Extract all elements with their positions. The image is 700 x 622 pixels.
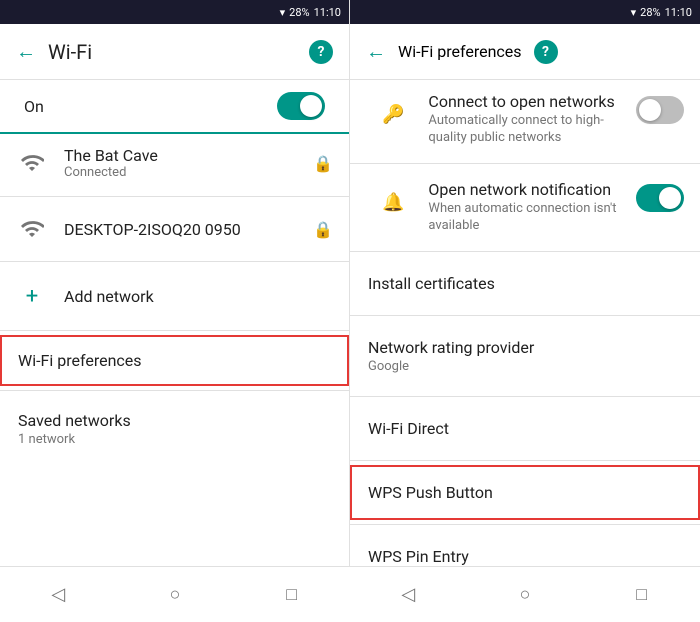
pref-subtitle-1: When automatic connection isn't availabl… bbox=[428, 201, 628, 235]
plus-icon: + bbox=[16, 280, 48, 312]
lock-icon-1: 🔒 bbox=[313, 220, 333, 239]
pref-toggle-1[interactable] bbox=[636, 184, 684, 212]
divider-r6 bbox=[350, 524, 700, 525]
pref-label-4: Wi-Fi Direct bbox=[368, 419, 449, 438]
network-name-1: DESKTOP-2ISOQ20 0950 bbox=[64, 220, 297, 239]
right-status-bar: ▾ 28% 11:10 bbox=[350, 0, 700, 24]
left-help-button[interactable]: ? bbox=[309, 40, 333, 64]
left-time: 11:10 bbox=[314, 6, 341, 19]
divider-r3 bbox=[350, 315, 700, 316]
pref-wps-push[interactable]: WPS Push Button bbox=[350, 465, 700, 520]
right-nav-home[interactable]: ○ bbox=[501, 571, 549, 619]
right-help-button[interactable]: ? bbox=[534, 40, 558, 64]
wifi-toggle-label: On bbox=[24, 97, 44, 116]
pref-subtitle-0: Automatically connect to high-quality pu… bbox=[428, 113, 628, 147]
divider-3 bbox=[0, 330, 349, 331]
pref-title-0: Connect to open networks bbox=[428, 92, 628, 111]
pref-label-6: WPS Pin Entry bbox=[368, 547, 469, 566]
add-network-label: Add network bbox=[64, 287, 154, 306]
divider-r2 bbox=[350, 251, 700, 252]
right-header: ← Wi-Fi preferences ? bbox=[350, 24, 700, 80]
pref-label-3: Network rating provider bbox=[368, 338, 682, 357]
right-title: Wi-Fi preferences bbox=[398, 42, 522, 61]
pref-sub-3: Google bbox=[368, 359, 682, 374]
left-nav-recent[interactable]: □ bbox=[268, 571, 316, 619]
left-nav-back[interactable]: ◁ bbox=[34, 571, 82, 619]
left-panel: ▾ 28% 11:10 ← Wi-Fi ? On The Bat Cave Co… bbox=[0, 0, 350, 622]
pref-open-notif[interactable]: 🔔 Open network notification When automat… bbox=[350, 168, 700, 247]
wifi-icon-1 bbox=[16, 213, 48, 245]
network-info-0: The Bat Cave Connected bbox=[64, 146, 297, 180]
bell-icon-container: 🔔 bbox=[366, 180, 420, 225]
saved-networks-count: 1 network bbox=[18, 432, 331, 447]
network-status-0: Connected bbox=[64, 165, 297, 180]
pref-label-5: WPS Push Button bbox=[368, 483, 493, 502]
left-content: On The Bat Cave Connected 🔒 bbox=[0, 80, 349, 622]
saved-networks-item[interactable]: Saved networks 1 network bbox=[0, 395, 349, 463]
pref-toggle-0[interactable] bbox=[636, 96, 684, 124]
right-bottom-nav: ◁ ○ □ bbox=[350, 566, 700, 622]
left-status-bar: ▾ 28% 11:10 bbox=[0, 0, 349, 24]
right-nav-recent[interactable]: □ bbox=[618, 571, 666, 619]
saved-networks-label: Saved networks bbox=[18, 411, 331, 430]
key-icon: 🔑 bbox=[382, 104, 404, 125]
left-header: ← Wi-Fi ? bbox=[0, 24, 349, 80]
left-nav-home[interactable]: ○ bbox=[151, 571, 199, 619]
left-battery: 28% bbox=[289, 6, 309, 19]
divider-r1 bbox=[350, 163, 700, 164]
bell-icon: 🔔 bbox=[382, 192, 404, 213]
pref-wifi-direct[interactable]: Wi-Fi Direct bbox=[350, 401, 700, 456]
wifi-toggle[interactable] bbox=[277, 92, 325, 120]
right-panel: ▾ 28% 11:10 ← Wi-Fi preferences ? 🔑 Conn… bbox=[350, 0, 700, 622]
network-name-0: The Bat Cave bbox=[64, 146, 297, 165]
lock-icon-0: 🔒 bbox=[313, 154, 333, 173]
pref-title-1: Open network notification bbox=[428, 180, 628, 199]
left-back-button[interactable]: ← bbox=[16, 39, 36, 64]
left-wifi-signal: ▾ bbox=[280, 6, 286, 19]
left-title: Wi-Fi bbox=[48, 40, 297, 64]
pref-info-1: Open network notification When automatic… bbox=[428, 180, 628, 235]
pref-connect-open[interactable]: 🔑 Connect to open networks Automatically… bbox=[350, 80, 700, 159]
right-time: 11:10 bbox=[665, 6, 692, 19]
divider-r5 bbox=[350, 460, 700, 461]
right-content: 🔑 Connect to open networks Automatically… bbox=[350, 80, 700, 622]
right-wifi-signal: ▾ bbox=[631, 6, 637, 19]
pref-network-rating[interactable]: Network rating provider Google bbox=[350, 320, 700, 392]
left-bottom-nav: ◁ ○ □ bbox=[0, 566, 350, 622]
divider-r4 bbox=[350, 396, 700, 397]
pref-info-0: Connect to open networks Automatically c… bbox=[428, 92, 628, 147]
right-battery: 28% bbox=[640, 6, 660, 19]
divider-1 bbox=[0, 196, 349, 197]
network-item-0[interactable]: The Bat Cave Connected 🔒 bbox=[0, 134, 349, 192]
pref-label-2: Install certificates bbox=[368, 274, 495, 293]
add-network-row[interactable]: + Add network bbox=[0, 266, 349, 326]
network-info-1: DESKTOP-2ISOQ20 0950 bbox=[64, 220, 297, 239]
pref-install-certs[interactable]: Install certificates bbox=[350, 256, 700, 311]
divider-2 bbox=[0, 261, 349, 262]
network-item-1[interactable]: DESKTOP-2ISOQ20 0950 🔒 bbox=[0, 201, 349, 257]
key-icon-container: 🔑 bbox=[366, 92, 420, 137]
divider-4 bbox=[0, 390, 349, 391]
wifi-preferences-label: Wi-Fi preferences bbox=[18, 351, 142, 370]
wifi-icon-0 bbox=[16, 147, 48, 179]
right-nav-back[interactable]: ◁ bbox=[384, 571, 432, 619]
right-back-button[interactable]: ← bbox=[366, 39, 386, 64]
wifi-preferences-item[interactable]: Wi-Fi preferences bbox=[0, 335, 349, 386]
wifi-toggle-row[interactable]: On bbox=[0, 80, 349, 134]
